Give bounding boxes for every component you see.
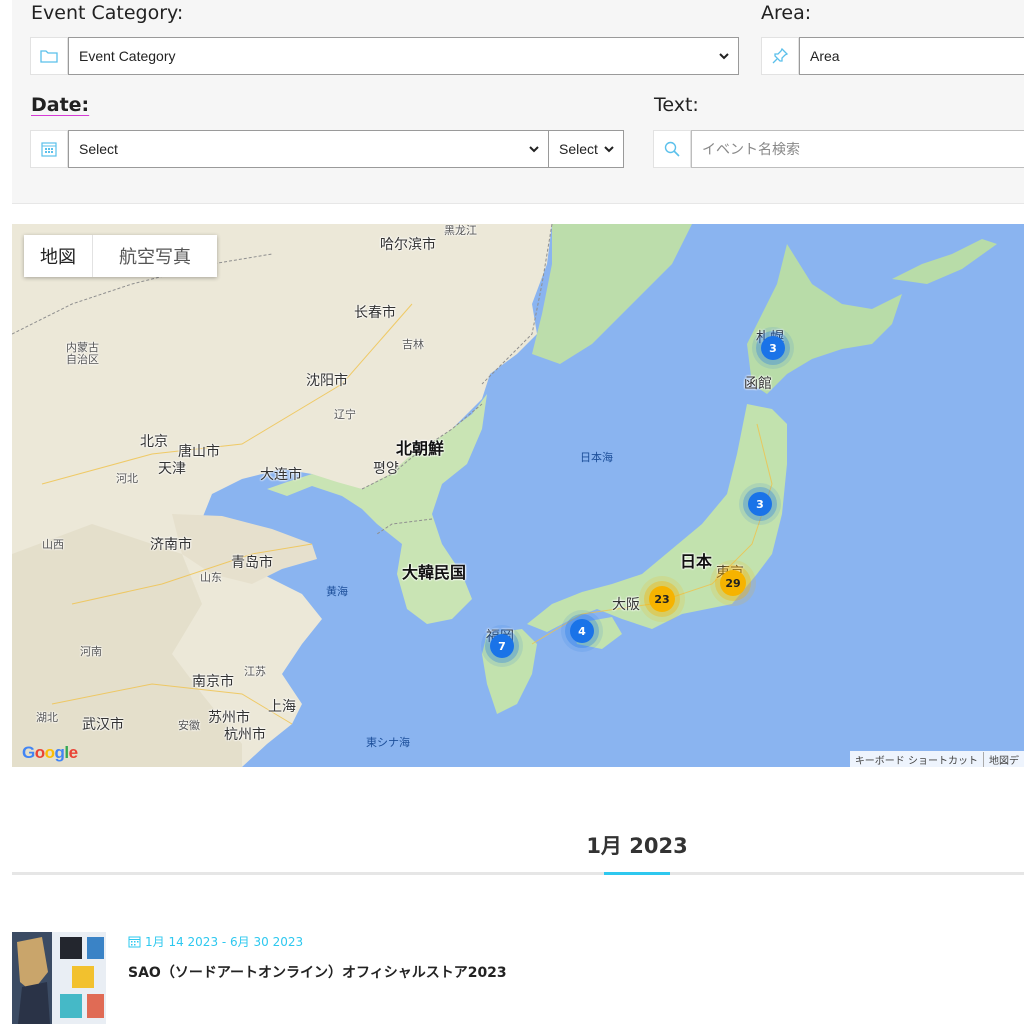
map-label-henan: 河南: [80, 645, 102, 658]
area-value: Area: [810, 48, 840, 64]
map-label-north-korea: 北朝鮮: [396, 439, 445, 458]
map-label-hebei: 河北: [116, 472, 138, 485]
event-category-value: Event Category: [79, 48, 176, 64]
map-attribution: キーボード ショートカット 地図デ: [849, 751, 1024, 767]
map-label-hubei: 湖北: [36, 711, 58, 724]
event-search-placeholder: イベント名検索: [702, 142, 800, 158]
map-label-shenyang: 沈阳市: [306, 373, 348, 389]
cluster-marker-hiroshima[interactable]: 4: [570, 619, 594, 643]
chevron-down-icon: [529, 146, 539, 153]
map[interactable]: 地図 航空写真 哈尔滨市 黑龙江 长春市 吉林 沈阳市 辽宁 内蒙古 自治区 北…: [12, 224, 1024, 767]
text-label: Text:: [654, 94, 699, 116]
cluster-marker-sapporo[interactable]: 3: [761, 336, 785, 360]
date-select-1[interactable]: Select: [68, 130, 549, 168]
map-label-yellow-sea: 黄海: [326, 585, 348, 598]
calendar-icon: [30, 130, 68, 168]
pin-icon: [761, 37, 799, 75]
filter-panel: Event Category: Event Category Area: Are…: [12, 0, 1024, 204]
map-label-jilin: 吉林: [402, 338, 424, 351]
map-label-east-china-sea: 東シナ海: [366, 736, 410, 749]
map-label-shanxi: 山西: [42, 538, 64, 551]
map-label-hakodate: 函館: [744, 376, 772, 392]
map-label-jinan: 济南市: [150, 537, 192, 553]
date-select-2[interactable]: Select: [548, 130, 624, 168]
map-label-sea-of-japan: 日本海: [580, 451, 613, 464]
event-thumbnail[interactable]: [12, 932, 106, 1024]
map-label-shanghai: 上海: [268, 699, 296, 715]
date-select-1-value: Select: [79, 141, 118, 157]
map-label-qingdao: 青岛市: [231, 555, 273, 571]
event-title[interactable]: SAO（ソードアートオンライン）オフィシャルストア2023: [128, 962, 507, 982]
map-label-changchun: 长春市: [354, 305, 396, 321]
map-label-anhui: 安徽: [178, 719, 200, 732]
cluster-marker-fukuoka[interactable]: 7: [490, 634, 514, 658]
month-heading: 1月 2023: [586, 834, 688, 858]
map-label-tianjin: 天津: [158, 461, 186, 477]
date-select-2-value: Select: [559, 141, 598, 157]
map-label-japan: 日本: [680, 552, 713, 571]
map-type-map-button[interactable]: 地図: [24, 235, 93, 277]
map-label-pyongyang: 평양: [373, 461, 399, 477]
map-label-dalian: 大连市: [260, 467, 302, 483]
folder-icon: [30, 37, 68, 75]
area-label: Area:: [761, 2, 812, 24]
map-label-inner-mongolia: 内蒙古 自治区: [66, 341, 99, 366]
cluster-marker-tohoku[interactable]: 3: [748, 492, 772, 516]
map-label-hangzhou: 杭州市: [224, 727, 266, 743]
search-icon: [653, 130, 691, 168]
map-label-nanjing: 南京市: [192, 674, 234, 690]
month-divider: [12, 872, 1024, 875]
date-label: Date:: [31, 94, 90, 116]
map-label-osaka: 大阪: [612, 597, 640, 613]
event-category-select[interactable]: Event Category: [68, 37, 739, 75]
chevron-down-icon: [604, 146, 614, 153]
event-date: 1月 14 2023 - 6月 30 2023: [128, 933, 303, 950]
map-label-shandong: 山东: [200, 571, 222, 584]
google-logo: Google: [22, 743, 78, 762]
event-category-label: Event Category:: [31, 2, 184, 24]
event-date-range: 1月 14 2023 - 6月 30 2023: [145, 935, 304, 949]
event-search-input[interactable]: イベント名検索: [691, 130, 1024, 168]
map-base: [12, 224, 997, 767]
keyboard-shortcuts-link[interactable]: キーボード ショートカット: [850, 752, 983, 767]
area-select[interactable]: Area: [799, 37, 1024, 75]
chevron-down-icon: [719, 53, 729, 60]
list-item[interactable]: 1月 14 2023 - 6月 30 2023 SAO（ソードアートオンライン）…: [12, 932, 1024, 1024]
map-label-heilongjiang: 黑龙江: [444, 224, 477, 237]
map-type-satellite-button[interactable]: 航空写真: [93, 235, 217, 277]
cluster-marker-tokyo[interactable]: 29: [720, 570, 746, 596]
month-divider-accent: [604, 872, 670, 875]
map-label-beijing: 北京: [140, 434, 168, 450]
map-label-wuhan: 武汉市: [82, 717, 124, 733]
map-label-jiangsu: 江苏: [244, 665, 266, 678]
map-label-south-korea: 大韓民国: [402, 563, 467, 582]
map-data-link[interactable]: 地図デ: [983, 751, 1024, 767]
map-label-liaoning: 辽宁: [334, 408, 356, 421]
calendar-icon: [128, 936, 141, 948]
cluster-marker-nagoya[interactable]: 23: [649, 586, 675, 612]
map-type-toggle: 地図 航空写真: [24, 235, 217, 277]
map-label-harbin: 哈尔滨市: [380, 237, 436, 253]
